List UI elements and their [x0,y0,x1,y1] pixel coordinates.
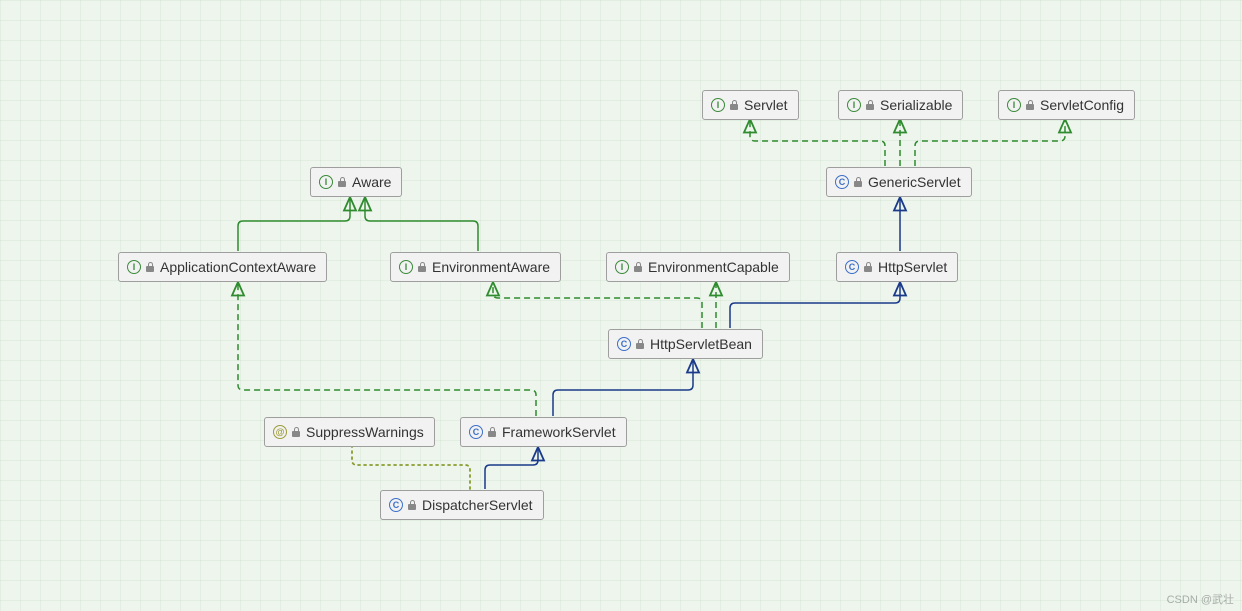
node-label: Servlet [744,97,788,113]
node-label: EnvironmentCapable [648,259,779,275]
interface-icon: I [319,175,333,189]
node-label: DispatcherServlet [422,497,533,513]
node-label: HttpServlet [878,259,947,275]
interface-icon: I [399,260,413,274]
interface-icon: I [615,260,629,274]
node-label: ServletConfig [1040,97,1124,113]
lock-icon [854,177,862,187]
node-environment-capable[interactable]: I EnvironmentCapable [606,252,790,282]
class-icon: C [469,425,483,439]
lock-icon [408,500,416,510]
lock-icon [730,100,738,110]
lock-icon [864,262,872,272]
annotation-icon: @ [273,425,287,439]
class-icon: C [389,498,403,512]
node-label: Aware [352,174,391,190]
node-environment-aware[interactable]: I EnvironmentAware [390,252,561,282]
lock-icon [636,339,644,349]
lock-icon [866,100,874,110]
node-serializable[interactable]: I Serializable [838,90,963,120]
class-icon: C [835,175,849,189]
interface-icon: I [127,260,141,274]
interface-icon: I [711,98,725,112]
node-label: ApplicationContextAware [160,259,316,275]
node-generic-servlet[interactable]: C GenericServlet [826,167,972,197]
node-label: HttpServletBean [650,336,752,352]
node-application-context-aware[interactable]: I ApplicationContextAware [118,252,327,282]
node-label: FrameworkServlet [502,424,616,440]
lock-icon [338,177,346,187]
interface-icon: I [847,98,861,112]
lock-icon [292,427,300,437]
node-label: Serializable [880,97,952,113]
node-servlet-config[interactable]: I ServletConfig [998,90,1135,120]
node-label: GenericServlet [868,174,961,190]
node-aware[interactable]: I Aware [310,167,402,197]
node-suppress-warnings[interactable]: @ SuppressWarnings [264,417,435,447]
lock-icon [146,262,154,272]
interface-icon: I [1007,98,1021,112]
node-label: EnvironmentAware [432,259,550,275]
node-label: SuppressWarnings [306,424,424,440]
lock-icon [418,262,426,272]
node-dispatcher-servlet[interactable]: C DispatcherServlet [380,490,544,520]
node-http-servlet[interactable]: C HttpServlet [836,252,958,282]
node-servlet[interactable]: I Servlet [702,90,799,120]
lock-icon [488,427,496,437]
node-framework-servlet[interactable]: C FrameworkServlet [460,417,627,447]
node-http-servlet-bean[interactable]: C HttpServletBean [608,329,763,359]
lock-icon [1026,100,1034,110]
lock-icon [634,262,642,272]
class-icon: C [617,337,631,351]
watermark: CSDN @武壮 [1167,591,1234,607]
class-icon: C [845,260,859,274]
